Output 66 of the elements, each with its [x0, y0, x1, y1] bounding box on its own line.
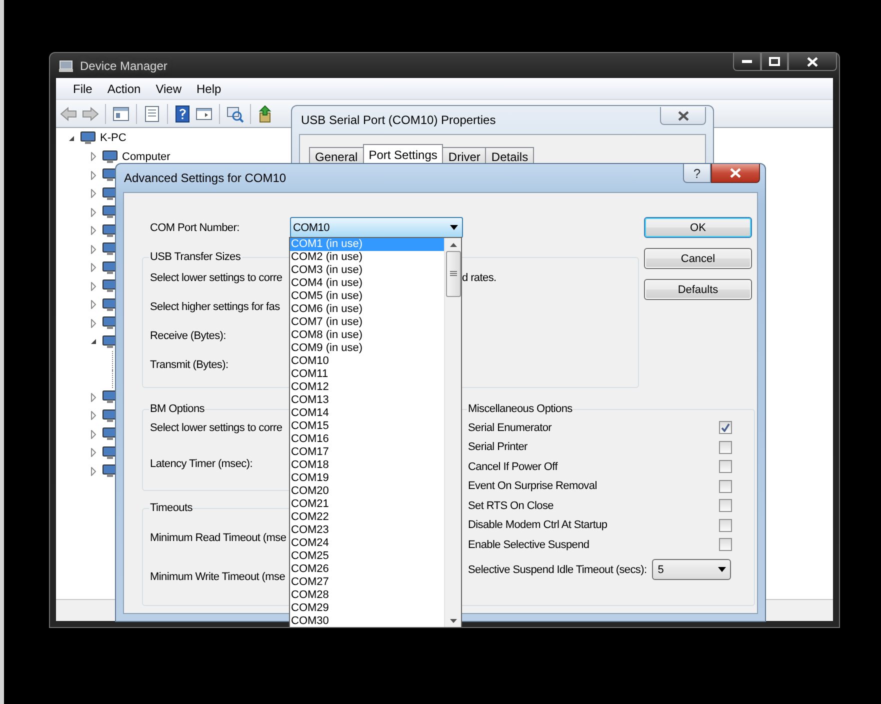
list-option[interactable]: COM29 [290, 602, 444, 615]
list-option[interactable]: COM16 [290, 433, 444, 446]
list-option[interactable]: COM2 (in use) [290, 251, 444, 264]
list-option[interactable]: COM24 [290, 537, 444, 550]
dialog-button[interactable]: OK [644, 217, 752, 238]
help-button[interactable]: ? [683, 164, 711, 183]
list-option[interactable]: COM26 [290, 563, 444, 576]
list-option[interactable]: COM20 [290, 485, 444, 498]
window-title: Device Manager [80, 58, 168, 72]
list-option[interactable]: COM17 [290, 446, 444, 459]
option-label: Serial Enumerator [468, 422, 552, 434]
option-label: Event On Surprise Removal [468, 480, 597, 492]
setting-label: Transmit (Bytes): [150, 358, 228, 370]
list-option[interactable]: COM19 [290, 472, 444, 485]
list-option[interactable]: COM11 [290, 368, 444, 381]
group-title: BM Options [149, 403, 206, 415]
dialog-button[interactable]: Cancel [644, 248, 752, 269]
timeout-dropdown[interactable]: 5 [652, 559, 731, 580]
setting-label: Select lower settings to corre [150, 422, 282, 434]
list-option[interactable]: COM23 [290, 524, 444, 537]
dialog-title: Advanced Settings for COM10 [124, 171, 286, 185]
menu-item[interactable]: View [148, 82, 190, 96]
list-option[interactable]: COM27 [290, 576, 444, 589]
list-option[interactable]: COM4 (in use) [290, 277, 444, 290]
list-option[interactable]: COM7 (in use) [290, 316, 444, 329]
window-title: USB Serial Port (COM10) Properties [301, 113, 496, 127]
tree-item-label[interactable]: K-PC [100, 132, 126, 144]
option-label: Serial Printer [468, 441, 528, 454]
menu-item[interactable]: Help [190, 82, 230, 96]
list-option[interactable]: COM14 [290, 407, 444, 420]
list-option[interactable]: COM28 [290, 589, 444, 602]
group-title: Miscellaneous Options [467, 403, 574, 415]
setting-label: Latency Timer (msec): [150, 458, 253, 470]
option-label: Disable Modem Ctrl At Startup [468, 519, 608, 532]
list-option[interactable]: COM15 [290, 420, 444, 433]
group-title: Timeouts [149, 502, 194, 514]
group-title: USB Transfer Sizes [149, 251, 242, 263]
list-option[interactable]: COM30 [290, 615, 444, 628]
com-port-dropdown[interactable]: COM10 [290, 217, 463, 238]
setting-label: Select lower settings to corre [150, 272, 282, 284]
list-option[interactable]: COM10 [290, 355, 444, 368]
list-option[interactable]: COM25 [290, 550, 444, 563]
option-label: Selective Suspend Idle Timeout (secs): [468, 564, 647, 576]
field-label: COM Port Number: [150, 222, 240, 234]
setting-label: Minimum Write Timeout (mse [150, 571, 286, 583]
setting-label: Minimum Read Timeout (mse [150, 532, 286, 544]
setting-label: Receive (Bytes): [150, 330, 226, 342]
list-option[interactable]: COM21 [290, 498, 444, 511]
option-label: Cancel If Power Off [468, 460, 558, 473]
list-option[interactable]: COM13 [290, 394, 444, 407]
option-label: Set RTS On Close [468, 500, 554, 512]
dialog-button[interactable]: Defaults [644, 279, 752, 300]
tree-item-label[interactable]: Computer [122, 150, 170, 163]
list-option[interactable]: COM18 [290, 459, 444, 472]
list-option[interactable]: COM22 [290, 511, 444, 524]
menu-item[interactable]: Action [100, 82, 149, 96]
setting-text: d rates. [462, 272, 496, 284]
menu-item[interactable]: File [66, 82, 100, 96]
setting-label: Select higher settings for fas [150, 300, 280, 312]
list-option[interactable]: COM6 (in use) [290, 303, 444, 316]
list-option[interactable]: COM5 (in use) [290, 290, 444, 303]
list-option[interactable]: COM8 (in use) [290, 329, 444, 342]
list-option[interactable]: COM3 (in use) [290, 264, 444, 277]
option-label: Enable Selective Suspend [468, 538, 590, 551]
list-option[interactable]: COM9 (in use) [290, 342, 444, 355]
list-option[interactable]: COM12 [290, 381, 444, 394]
